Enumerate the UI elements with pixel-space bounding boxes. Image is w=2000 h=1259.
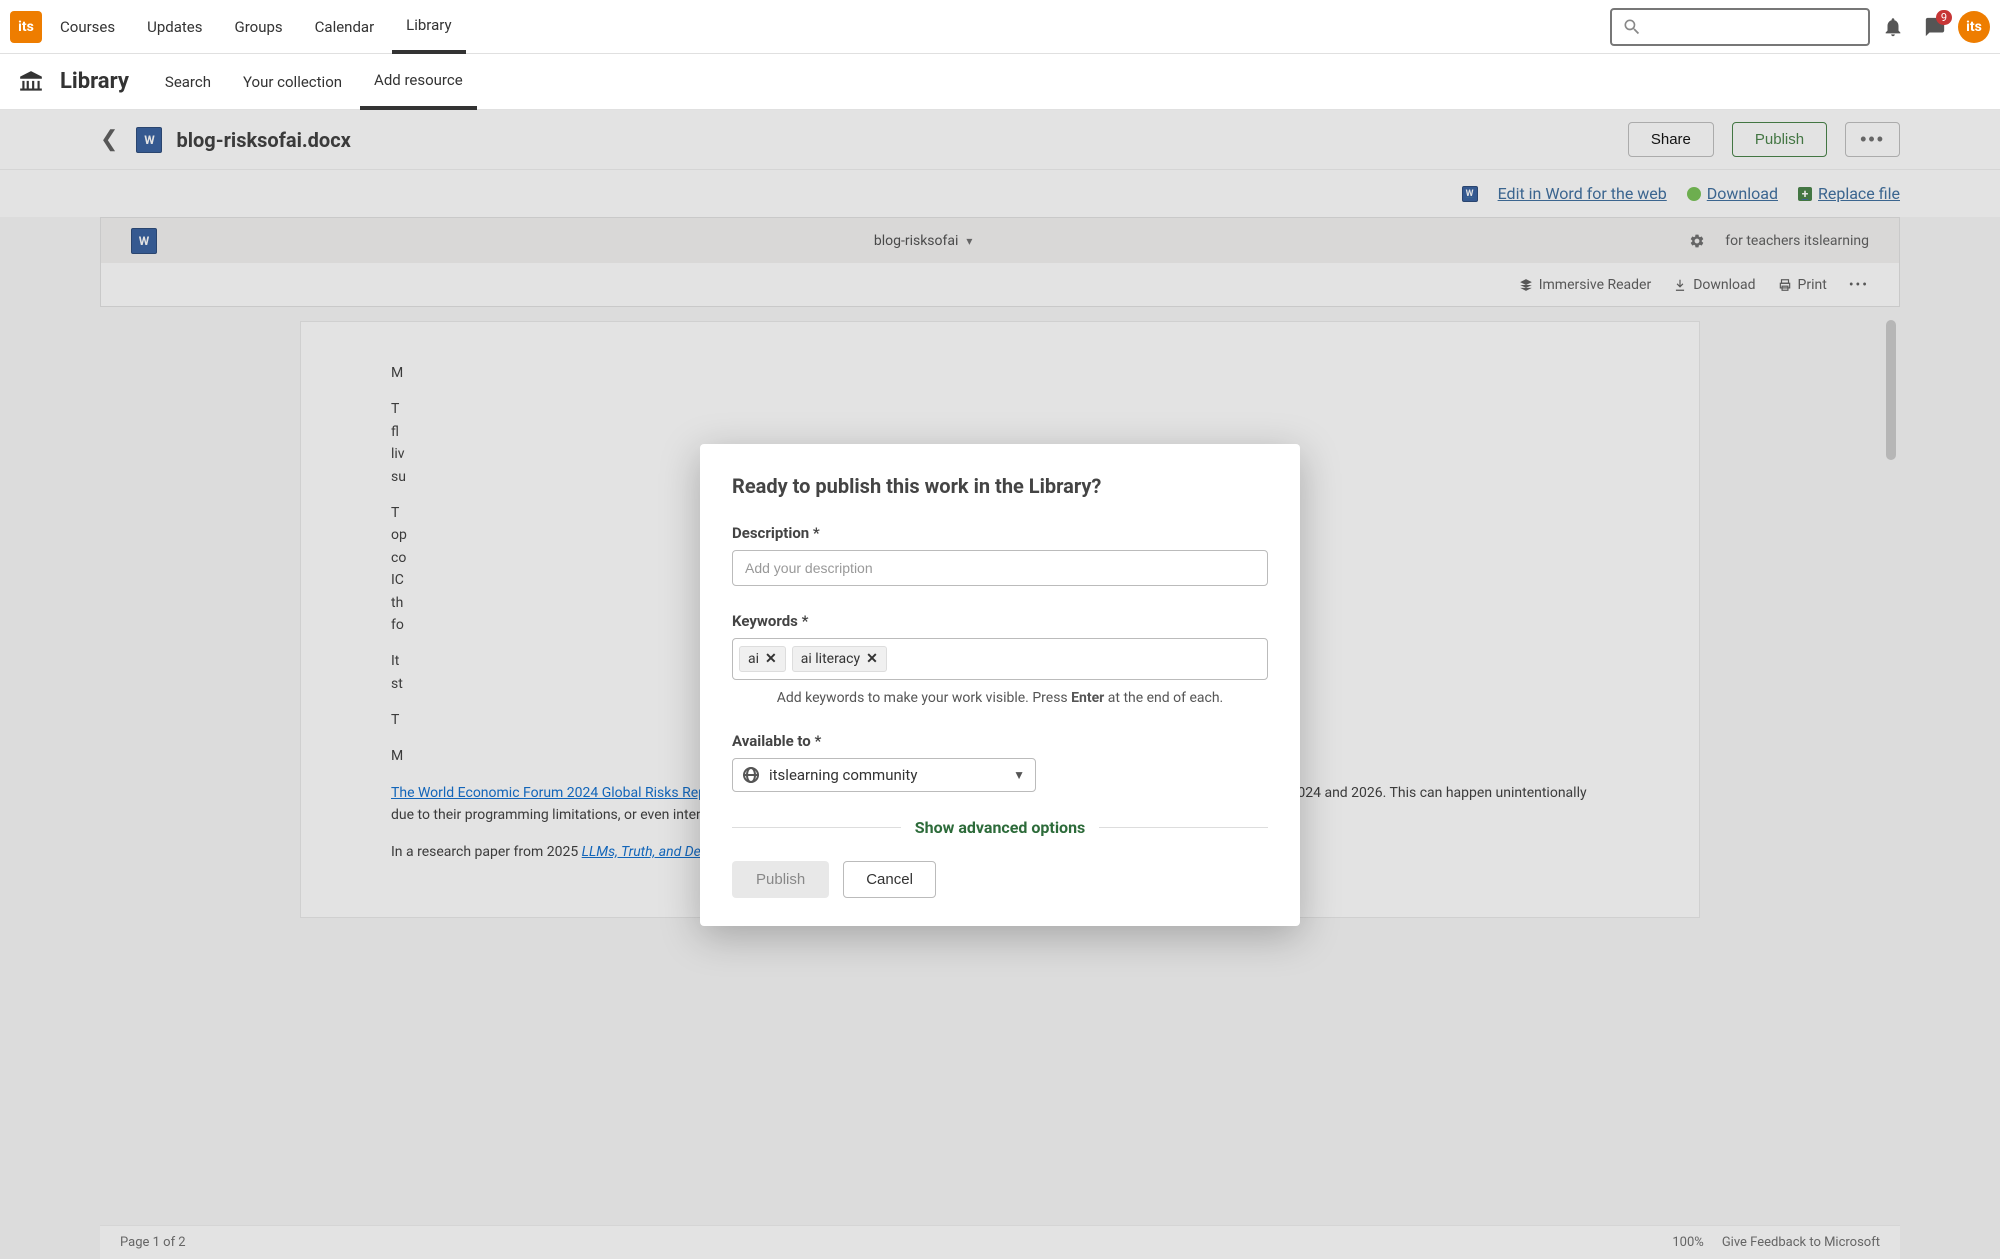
search-icon	[1622, 17, 1642, 37]
modal-title: Ready to publish this work in the Librar…	[732, 474, 1268, 498]
notifications-bell[interactable]	[1874, 8, 1912, 46]
tag-text: ai	[748, 651, 759, 667]
library-icon	[18, 69, 44, 95]
show-advanced-link[interactable]: Show advanced options	[915, 818, 1086, 837]
available-to-select[interactable]: itslearning community ▼	[732, 758, 1036, 792]
description-label: Description *	[732, 524, 1268, 542]
remove-tag-icon[interactable]: ✕	[765, 651, 777, 667]
user-avatar[interactable]: its	[1958, 11, 1990, 43]
publish-modal: Ready to publish this work in the Librar…	[700, 444, 1300, 926]
modal-publish-button[interactable]: Publish	[732, 861, 829, 898]
tag-text: ai literacy	[801, 651, 860, 667]
nav-updates[interactable]: Updates	[133, 0, 216, 54]
description-input[interactable]	[732, 550, 1268, 586]
messages[interactable]: 9	[1916, 8, 1954, 46]
bell-icon	[1882, 16, 1904, 38]
library-subnav: Library Search Your collection Add resou…	[0, 54, 2000, 110]
available-to-label: Available to *	[732, 732, 1268, 750]
keywords-label: Keywords *	[732, 612, 1268, 630]
chevron-down-icon: ▼	[1013, 768, 1025, 782]
globe-icon	[743, 767, 759, 783]
nav-courses[interactable]: Courses	[46, 0, 129, 54]
subnav-search[interactable]: Search	[151, 54, 225, 110]
available-to-value: itslearning community	[769, 766, 917, 784]
library-title: Library	[60, 69, 129, 94]
advanced-divider: Show advanced options	[732, 818, 1268, 837]
logo[interactable]: its	[10, 11, 42, 43]
modal-cancel-button[interactable]: Cancel	[843, 861, 936, 898]
subnav-add-resource[interactable]: Add resource	[360, 54, 477, 110]
remove-tag-icon[interactable]: ✕	[866, 651, 878, 667]
top-navigation: its Courses Updates Groups Calendar Libr…	[0, 0, 2000, 54]
keywords-hint: Add keywords to make your work visible. …	[732, 690, 1268, 706]
main-content: ❮ W blog-risksofai.docx Share Publish ••…	[0, 110, 2000, 1259]
global-search[interactable]	[1610, 8, 1870, 46]
nav-library[interactable]: Library	[392, 0, 465, 54]
keyword-tag: ai literacy ✕	[792, 646, 887, 672]
nav-calendar[interactable]: Calendar	[301, 0, 389, 54]
messages-badge: 9	[1936, 10, 1952, 25]
keyword-tag: ai ✕	[739, 646, 786, 672]
keywords-input[interactable]: ai ✕ ai literacy ✕	[732, 638, 1268, 680]
nav-groups[interactable]: Groups	[220, 0, 296, 54]
subnav-collection[interactable]: Your collection	[229, 54, 356, 110]
